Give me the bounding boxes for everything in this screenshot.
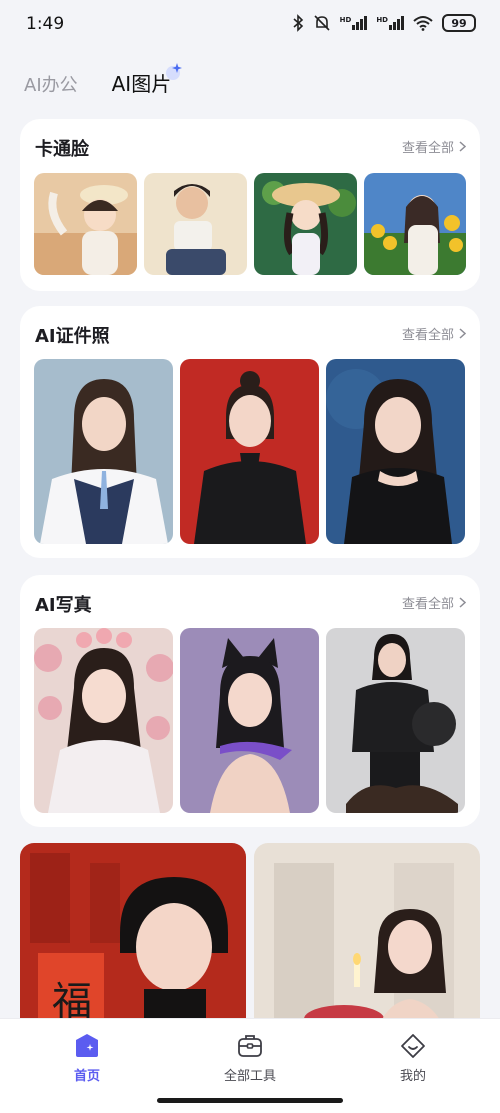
network-type-2: HD bbox=[376, 16, 388, 24]
section-title: AI证件照 bbox=[35, 326, 110, 347]
nav-all-tools-label: 全部工具 bbox=[223, 1069, 276, 1084]
bluetooth-icon bbox=[293, 14, 303, 32]
signal-icon-2: HD bbox=[376, 16, 404, 30]
id-photo-thumb-2[interactable] bbox=[180, 359, 319, 544]
wifi-icon bbox=[413, 16, 433, 31]
chevron-right-icon bbox=[459, 328, 466, 339]
profile-icon bbox=[401, 1034, 425, 1058]
nav-profile[interactable]: 我的 bbox=[358, 1033, 468, 1084]
portrait-thumb-3[interactable] bbox=[326, 628, 465, 813]
feed-image-left[interactable]: 福 bbox=[20, 843, 246, 1043]
tab-ai-image[interactable]: AI图片 bbox=[111, 63, 183, 97]
cartoon-thumb-1[interactable] bbox=[34, 173, 137, 275]
id-photo-thumb-3[interactable] bbox=[326, 359, 465, 544]
cartoon-thumb-4[interactable] bbox=[364, 173, 466, 275]
mute-icon bbox=[314, 15, 330, 31]
see-all-label: 查看全部 bbox=[401, 597, 454, 612]
home-icon bbox=[76, 1034, 98, 1057]
cartoon-thumb-2[interactable] bbox=[144, 173, 247, 275]
see-all-label: 查看全部 bbox=[401, 328, 454, 343]
section-cartoon-face: 卡通脸 查看全部 bbox=[20, 119, 480, 291]
battery-level: 99 bbox=[451, 16, 467, 30]
see-all-link[interactable]: 查看全部 bbox=[402, 593, 466, 612]
feed-image-right[interactable] bbox=[254, 843, 480, 1043]
section-id-photo: AI证件照 查看全部 bbox=[20, 306, 480, 558]
nav-home[interactable]: 首页 bbox=[32, 1033, 142, 1084]
toolbox-icon bbox=[238, 1035, 262, 1057]
nav-home-label: 首页 bbox=[73, 1069, 100, 1084]
see-all-link[interactable]: 查看全部 bbox=[402, 137, 466, 156]
see-all-link[interactable]: 查看全部 bbox=[402, 324, 466, 343]
chevron-right-icon bbox=[459, 597, 466, 608]
network-type-1: HD bbox=[339, 16, 352, 24]
battery-icon: 99 bbox=[442, 14, 476, 32]
id-photo-thumb-1[interactable] bbox=[34, 359, 173, 544]
section-ai-portrait: AI写真 查看全部 bbox=[20, 575, 480, 827]
nav-profile-label: 我的 bbox=[399, 1069, 426, 1084]
status-bar: 1:49 HD HD 99 bbox=[0, 0, 500, 48]
section-title: AI写真 bbox=[35, 595, 92, 616]
portrait-thumb-2[interactable] bbox=[180, 628, 319, 813]
status-icons: HD HD 99 bbox=[292, 14, 476, 32]
home-indicator[interactable] bbox=[157, 1098, 343, 1103]
top-tabs: AI办公 AI图片 bbox=[24, 63, 183, 97]
sparkle-icon bbox=[166, 63, 183, 80]
signal-icon: HD bbox=[340, 16, 368, 30]
status-time: 1:49 bbox=[26, 14, 65, 34]
portrait-thumb-1[interactable] bbox=[34, 628, 173, 813]
nav-all-tools[interactable]: 全部工具 bbox=[195, 1033, 305, 1084]
chevron-right-icon bbox=[459, 141, 466, 152]
section-title: 卡通脸 bbox=[35, 139, 89, 160]
tab-ai-image-label: AI图片 bbox=[111, 72, 172, 96]
cartoon-thumb-3[interactable] bbox=[254, 173, 357, 275]
tab-ai-office[interactable]: AI办公 bbox=[24, 71, 78, 97]
see-all-label: 查看全部 bbox=[401, 141, 454, 156]
